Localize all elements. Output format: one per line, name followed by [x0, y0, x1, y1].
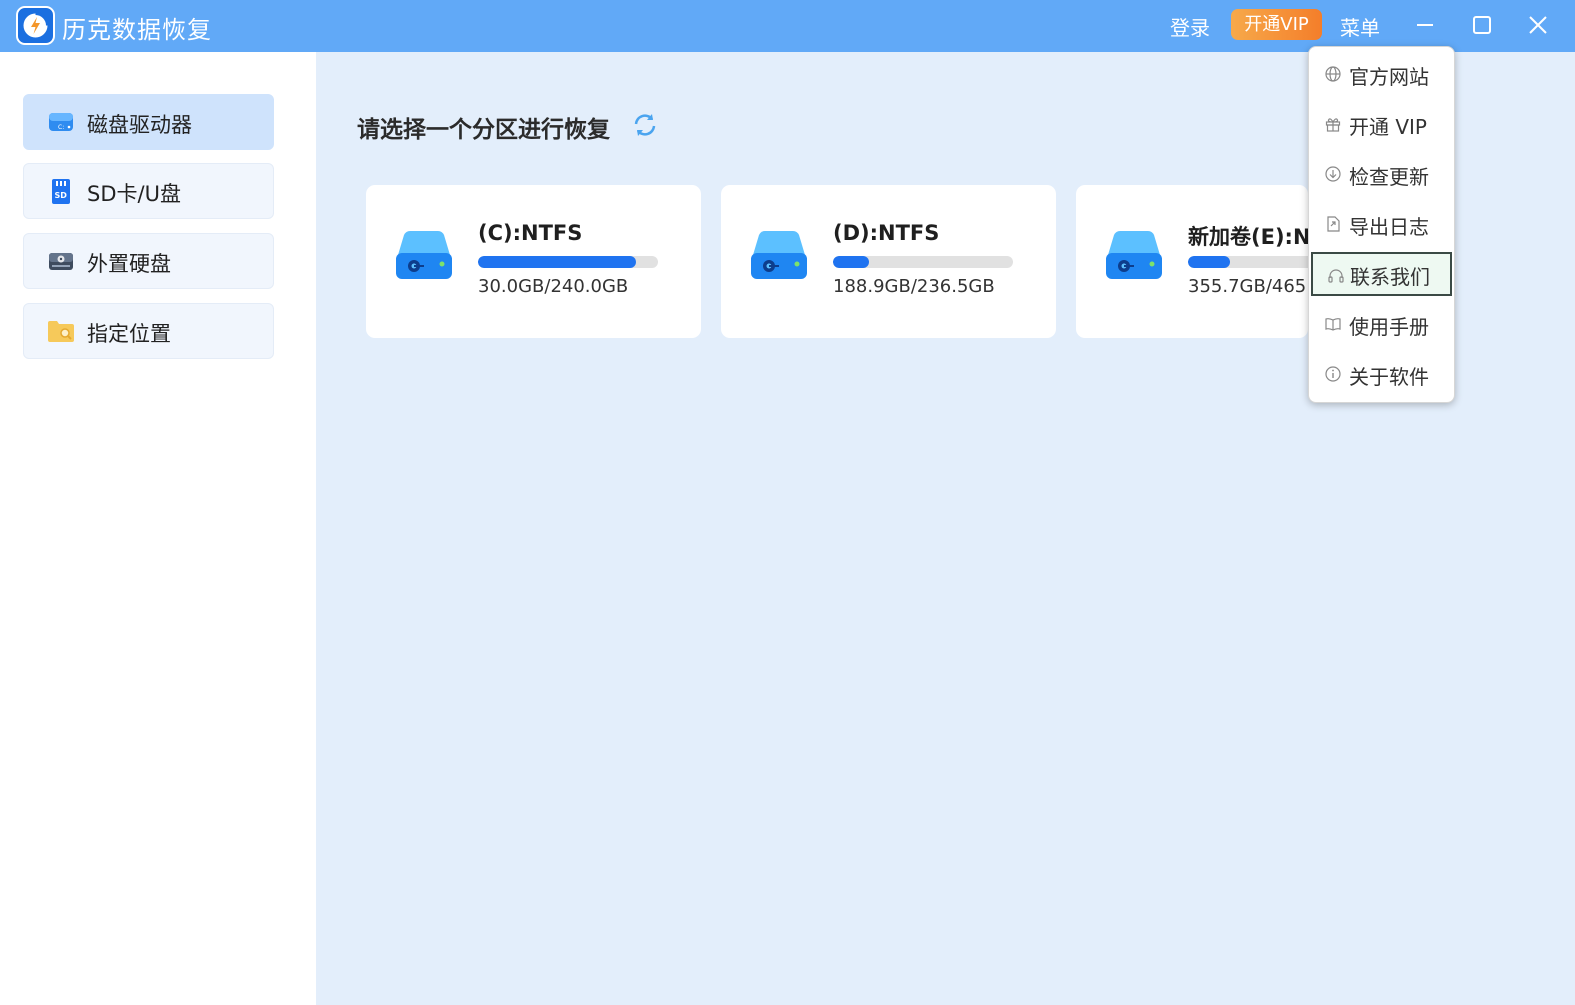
menu-item-user-manual[interactable]: 使用手册 — [1310, 302, 1453, 346]
drive-usage-fill — [478, 256, 636, 268]
sidebar-item-label: 指定位置 — [87, 322, 171, 346]
drive-card-e[interactable]: 新加卷(E):NTFS 355.7GB/465. — [1076, 185, 1308, 338]
app-title: 历克数据恢复 — [62, 16, 212, 44]
headset-icon — [1328, 269, 1344, 283]
drive-name: (D):NTFS — [833, 221, 940, 245]
gift-icon — [1325, 118, 1341, 132]
refresh-icon[interactable] — [630, 110, 660, 140]
svg-text:C:: C: — [58, 124, 64, 131]
menu-item-export-log[interactable]: 导出日志 — [1310, 202, 1453, 246]
menu-item-label: 关于软件 — [1349, 365, 1429, 389]
menu-button[interactable]: 菜单 — [1340, 12, 1380, 41]
drive-usage-bar — [1188, 256, 1308, 268]
drive-usage-fill — [1188, 256, 1231, 268]
book-icon — [1325, 318, 1341, 331]
drive-name: (C):NTFS — [478, 221, 583, 245]
menu-item-official-website[interactable]: 官方网站 — [1310, 52, 1453, 96]
hard-drive-icon — [751, 231, 807, 279]
sidebar-item-external-drive[interactable]: 外置硬盘 — [23, 233, 274, 289]
close-button[interactable] — [1525, 12, 1551, 38]
disk-drive-icon: C: — [49, 113, 73, 131]
globe-icon — [1325, 66, 1341, 82]
drive-size: 188.9GB/236.5GB — [833, 276, 995, 297]
folder-search-icon — [48, 321, 74, 342]
download-circle-icon — [1325, 166, 1341, 182]
page-title: 请选择一个分区进行恢复 — [357, 117, 610, 143]
menu-item-check-update[interactable]: 检查更新 — [1310, 152, 1453, 196]
app-window: 历克数据恢复 登录 开通VIP 菜单 C: 磁盘驱动器 SD SD卡/U盘 外置… — [0, 0, 1575, 1005]
maximize-button[interactable] — [1469, 12, 1495, 38]
drive-name: 新加卷(E):NTFS — [1188, 225, 1308, 249]
drive-size: 30.0GB/240.0GB — [478, 276, 629, 297]
menu-item-contact-us[interactable]: 联系我们 — [1311, 252, 1452, 296]
info-icon — [1325, 366, 1341, 382]
sidebar-item-sd-card[interactable]: SD SD卡/U盘 — [23, 163, 274, 219]
drive-card-d[interactable]: (D):NTFS 188.9GB/236.5GB — [721, 185, 1056, 338]
sidebar-item-disk-drive[interactable]: C: 磁盘驱动器 — [23, 94, 274, 150]
drive-usage-bar — [478, 256, 658, 268]
maximize-icon — [1473, 16, 1491, 34]
menu-item-about[interactable]: 关于软件 — [1310, 352, 1453, 396]
menu-item-open-vip[interactable]: 开通 VIP — [1310, 102, 1453, 146]
app-logo-icon — [16, 6, 55, 45]
menu-item-label: 联系我们 — [1350, 265, 1430, 289]
sidebar-item-specified-location[interactable]: 指定位置 — [23, 303, 274, 359]
drive-card-c[interactable]: (C):NTFS 30.0GB/240.0GB — [366, 185, 701, 338]
drive-usage-fill — [833, 256, 870, 268]
menu-item-label: 开通 VIP — [1349, 115, 1427, 139]
minimize-icon — [1417, 24, 1433, 26]
sidebar-item-label: SD卡/U盘 — [87, 182, 181, 206]
hard-drive-icon — [1106, 231, 1162, 279]
dropdown-menu: 官方网站 开通 VIP 检查更新 导出日志 联系我们 使用手册 关于软件 — [1308, 46, 1455, 403]
title-bar: 历克数据恢复 登录 开通VIP 菜单 — [0, 0, 1575, 52]
menu-item-label: 使用手册 — [1349, 315, 1429, 339]
login-link[interactable]: 登录 — [1170, 12, 1210, 41]
external-drive-icon — [49, 253, 73, 270]
hard-drive-icon — [396, 231, 452, 279]
svg-text:SD: SD — [55, 191, 68, 200]
export-file-icon — [1327, 216, 1340, 232]
menu-item-label: 官方网站 — [1349, 65, 1429, 89]
drive-usage-bar — [833, 256, 1013, 268]
close-icon — [1529, 16, 1547, 34]
drive-size: 355.7GB/465. — [1188, 276, 1308, 297]
sidebar: C: 磁盘驱动器 SD SD卡/U盘 外置硬盘 指定位置 — [0, 52, 316, 1005]
sidebar-item-label: 磁盘驱动器 — [87, 113, 192, 137]
open-vip-button[interactable]: 开通VIP — [1231, 9, 1322, 40]
sd-card-icon: SD — [52, 179, 70, 204]
minimize-button[interactable] — [1412, 12, 1438, 38]
menu-item-label: 检查更新 — [1349, 165, 1429, 189]
menu-item-label: 导出日志 — [1349, 215, 1429, 239]
sidebar-item-label: 外置硬盘 — [87, 252, 171, 276]
